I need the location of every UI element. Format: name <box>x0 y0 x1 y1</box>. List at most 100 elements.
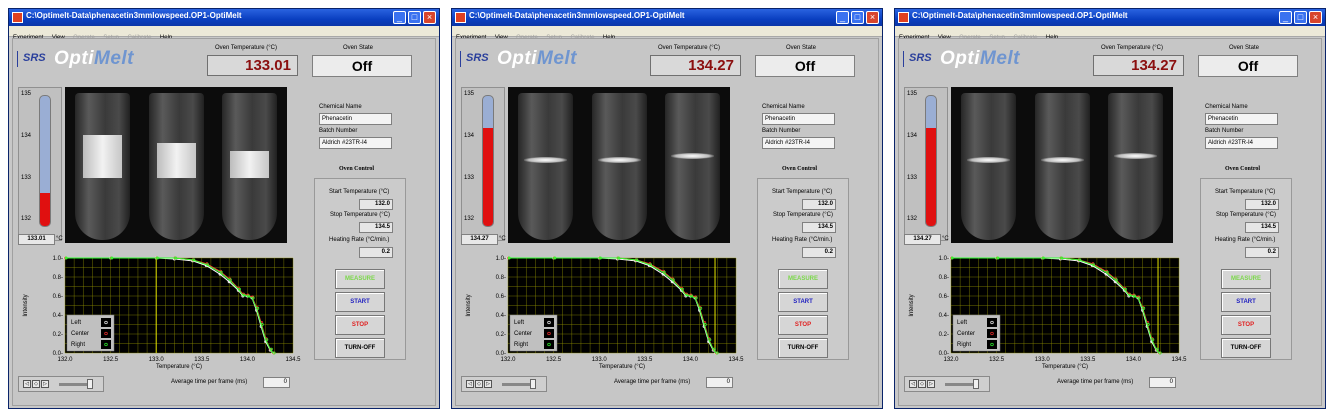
batch-number-field[interactable]: Aldrich #23TR-I4 <box>319 137 392 149</box>
legend-swatch <box>544 340 554 349</box>
thermo-tick: 135 <box>21 91 32 97</box>
slider-knob[interactable] <box>530 379 536 389</box>
title-bar[interactable]: C:\Optimelt-Data\phenacetin3mmlowspeed.O… <box>9 9 439 26</box>
pause-frame-button[interactable]: ◇ <box>32 380 40 388</box>
capillary-video <box>65 87 287 243</box>
start-temp-field[interactable]: 132.0 <box>1245 199 1279 210</box>
title-bar[interactable]: C:\Optimelt-Data\phenacetin3mmlowspeed.O… <box>895 9 1325 26</box>
stop-button[interactable]: STOP <box>778 315 828 335</box>
thermo-unit: °C <box>942 236 949 242</box>
legend-swatch <box>101 318 111 327</box>
logo-opti: Opti <box>497 48 537 69</box>
stop-temp-field[interactable]: 134.5 <box>359 222 393 233</box>
x-tick-label: 134.5 <box>728 357 744 363</box>
measure-button[interactable]: MEASURE <box>778 269 828 289</box>
next-frame-button[interactable]: ▷ <box>927 380 935 388</box>
start-temp-field[interactable]: 132.0 <box>802 199 836 210</box>
maximize-button[interactable]: □ <box>1294 11 1307 24</box>
batch-number-field[interactable]: Aldrich #23TR-I4 <box>762 137 835 149</box>
measure-button[interactable]: MEASURE <box>1221 269 1271 289</box>
y-tick-label: 0.2- <box>939 332 949 338</box>
chemical-name-field[interactable]: Phenacetin <box>762 113 835 125</box>
x-tick-label: 134.0 <box>683 357 699 363</box>
turn-off-button[interactable]: TURN-OFF <box>778 338 828 358</box>
y-tick-label: 0.8- <box>53 275 63 281</box>
pause-frame-button[interactable]: ◇ <box>918 380 926 388</box>
frame-speed-slider[interactable] <box>945 383 975 386</box>
oven-state-display: Off <box>1198 55 1298 77</box>
stop-button[interactable]: STOP <box>1221 315 1271 335</box>
chemical-name-field[interactable]: Phenacetin <box>319 113 392 125</box>
minimize-button[interactable]: _ <box>393 11 406 24</box>
x-tick-label: 132.5 <box>989 357 1005 363</box>
start-button[interactable]: START <box>335 292 385 312</box>
start-button[interactable]: START <box>1221 292 1271 312</box>
x-tick-label: 132.5 <box>103 357 119 363</box>
stop-temp-field[interactable]: 134.5 <box>802 222 836 233</box>
heating-rate-field[interactable]: 0.2 <box>802 247 836 258</box>
capillary-left <box>961 93 1016 240</box>
srs-logo: SRS <box>909 52 932 64</box>
measure-button[interactable]: MEASURE <box>335 269 385 289</box>
chemical-name-field[interactable]: Phenacetin <box>1205 113 1278 125</box>
chemical-name-label: Chemical Name <box>762 104 805 110</box>
legend-swatch <box>101 329 111 338</box>
pause-frame-button[interactable]: ◇ <box>475 380 483 388</box>
y-tick-label: 0.6- <box>939 294 949 300</box>
front-panel: SRS OptiMelt Oven Temperature (°C) 133.0… <box>12 38 436 406</box>
frame-speed-slider[interactable] <box>59 383 89 386</box>
logo-melt: Melt <box>537 48 577 69</box>
batch-number-label: Batch Number <box>1205 128 1244 134</box>
next-frame-button[interactable]: ▷ <box>484 380 492 388</box>
legend-swatch <box>101 340 111 349</box>
title-bar[interactable]: C:\Optimelt-Data\phenacetin3mmlowspeed.O… <box>452 9 882 26</box>
slider-knob[interactable] <box>973 379 979 389</box>
thermo-tick: 132 <box>907 216 918 222</box>
start-temp-field[interactable]: 132.0 <box>359 199 393 210</box>
x-tick-label: 134.0 <box>1126 357 1142 363</box>
thermo-tick: 132 <box>21 216 32 222</box>
optimelt-logo: OptiMelt <box>497 48 577 70</box>
heating-rate-field[interactable]: 0.2 <box>1245 247 1279 258</box>
avg-time-field: 0 <box>706 377 733 388</box>
legend-label: Center <box>957 331 975 337</box>
capillary-video <box>951 87 1173 243</box>
close-button[interactable]: × <box>423 11 436 24</box>
maximize-button[interactable]: □ <box>851 11 864 24</box>
start-button[interactable]: START <box>778 292 828 312</box>
close-button[interactable]: × <box>1309 11 1322 24</box>
oven-temp-display: 134.27 <box>1093 55 1184 76</box>
maximize-button[interactable]: □ <box>408 11 421 24</box>
minimize-button[interactable]: _ <box>1279 11 1292 24</box>
oven-control-panel: Start Temperature (°C) 132.0 Stop Temper… <box>314 178 406 360</box>
close-button[interactable]: × <box>866 11 879 24</box>
thermo-readout: 134.27 <box>904 234 941 245</box>
batch-number-field[interactable]: Aldrich #23TR-I4 <box>1205 137 1278 149</box>
x-axis-label: Temperature (°C) <box>156 364 202 370</box>
logo-melt: Melt <box>94 48 134 69</box>
slider-knob[interactable] <box>87 379 93 389</box>
stop-button[interactable]: STOP <box>335 315 385 335</box>
frame-speed-slider[interactable] <box>502 383 532 386</box>
start-temp-label: Start Temperature (°C) <box>1215 189 1276 195</box>
heating-rate-field[interactable]: 0.2 <box>359 247 393 258</box>
next-frame-button[interactable]: ▷ <box>41 380 49 388</box>
oven-temp-display: 134.27 <box>650 55 741 76</box>
turn-off-button[interactable]: TURN-OFF <box>335 338 385 358</box>
prev-frame-button[interactable]: ◁ <box>23 380 31 388</box>
y-tick-label: 1.0- <box>53 256 63 262</box>
menu-bar: Experiment View Operate Setup Calibrate … <box>452 26 882 41</box>
prev-frame-button[interactable]: ◁ <box>909 380 917 388</box>
thermo-fill <box>926 127 936 226</box>
thermo-tube <box>482 95 494 227</box>
minimize-button[interactable]: _ <box>836 11 849 24</box>
x-tick-label: 132.0 <box>500 357 516 363</box>
thermometer: 135 134 133 132 <box>18 87 62 241</box>
y-tick-label: 0.4- <box>939 313 949 319</box>
capillary-right <box>665 93 720 240</box>
turn-off-button[interactable]: TURN-OFF <box>1221 338 1271 358</box>
stop-temp-field[interactable]: 134.5 <box>1245 222 1279 233</box>
thermo-tick: 134 <box>464 133 475 139</box>
prev-frame-button[interactable]: ◁ <box>466 380 474 388</box>
front-panel: SRS OptiMelt Oven Temperature (°C) 134.2… <box>898 38 1322 406</box>
